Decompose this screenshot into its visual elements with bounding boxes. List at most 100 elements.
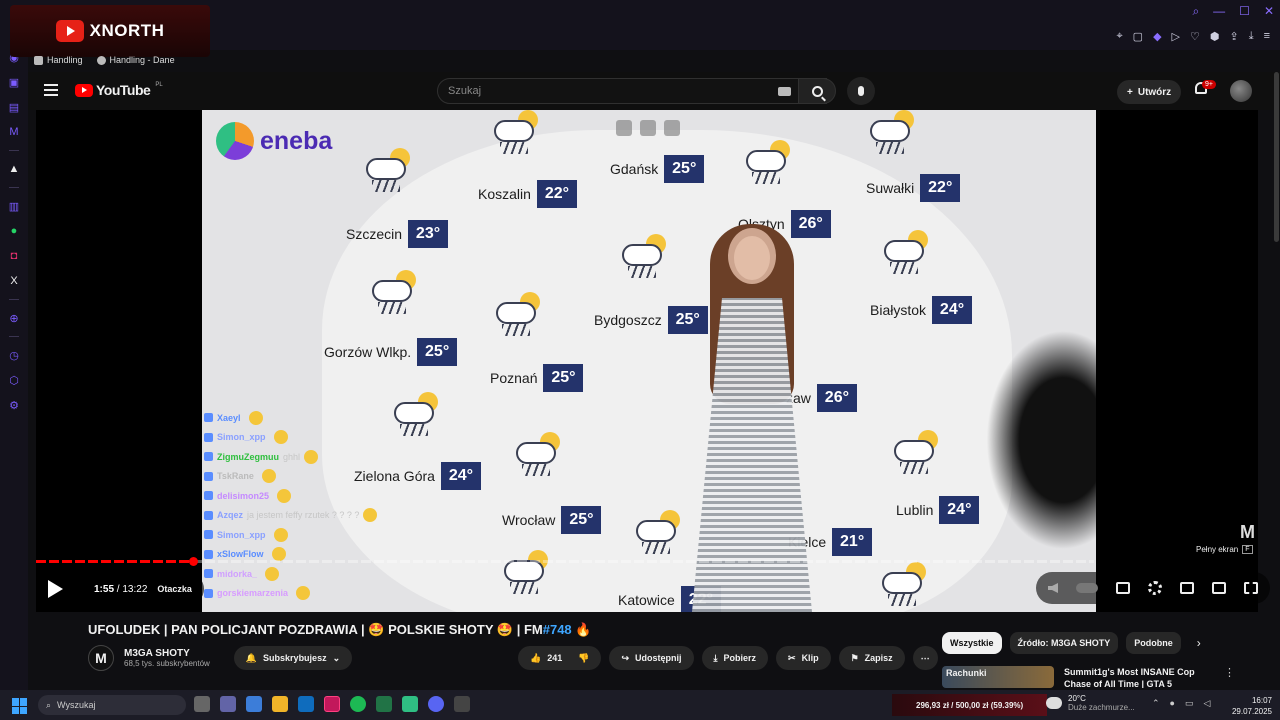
save-button[interactable]: ⚑ Zapisz <box>838 646 905 670</box>
recommended-video[interactable]: Rachunki Summit1g's Most INSANE Cop Chas… <box>942 666 1235 688</box>
teams-icon[interactable] <box>220 696 236 712</box>
network-icon[interactable]: ▭ <box>1185 698 1194 709</box>
chip-all[interactable]: Wszystkie <box>942 632 1002 654</box>
chip-source[interactable]: Źródło: M3GA SHOTY <box>1009 632 1119 654</box>
avatar[interactable] <box>1230 80 1252 102</box>
keyboard-icon[interactable] <box>778 87 791 96</box>
file-explorer-icon[interactable] <box>272 696 288 712</box>
copy-icon[interactable] <box>616 120 632 136</box>
play-icon[interactable]: ▷ <box>1172 30 1180 43</box>
chip-similar[interactable]: Podobne <box>1126 632 1181 654</box>
menu-icon[interactable]: ≡ <box>1264 30 1270 43</box>
bookmark-handling-dane[interactable]: Handling - Dane <box>96 52 175 68</box>
download-icon[interactable]: ⤓ <box>1249 30 1254 43</box>
menu-icon[interactable] <box>44 84 58 96</box>
more-options-icon[interactable]: ⋮ <box>1224 666 1235 688</box>
chat-username[interactable]: gorskiemarzenia <box>217 588 288 598</box>
youtube-logo[interactable]: YouTube PL <box>75 82 163 98</box>
voice-search-button[interactable] <box>847 77 875 105</box>
chat-username[interactable]: delisimon25 <box>217 491 269 501</box>
chat-username[interactable]: Simon_xpp <box>217 530 266 540</box>
channel-watermark[interactable]: M <box>1240 522 1255 543</box>
search-input[interactable] <box>438 79 738 103</box>
thumbs-down-icon[interactable]: 👎 <box>578 653 589 664</box>
progress-bar[interactable] <box>36 557 1094 566</box>
recommended-title[interactable]: Summit1g's Most INSANE Cop Chase of All … <box>1064 666 1214 688</box>
miniplayer-icon[interactable] <box>1180 582 1194 594</box>
volume-icon[interactable] <box>1048 583 1058 593</box>
video-thumbnail[interactable]: Rachunki <box>942 666 1054 688</box>
search-button[interactable] <box>798 78 836 104</box>
chat-username[interactable]: Azqez <box>217 510 243 520</box>
bookmark-handling[interactable]: Handling <box>34 52 83 68</box>
chat-username[interactable]: ZigmuZegmuu <box>217 452 279 462</box>
arrow-app-icon[interactable]: ▲ <box>7 162 21 176</box>
autoplay-toggle[interactable] <box>1076 583 1098 593</box>
create-button[interactable]: + Utwórz <box>1117 80 1182 104</box>
rgx-icon[interactable] <box>664 120 680 136</box>
instagram-icon[interactable]: ◘ <box>7 249 21 263</box>
excel-icon[interactable] <box>376 696 392 712</box>
outlook-icon[interactable] <box>298 696 314 712</box>
chat-username[interactable]: TskRane <box>217 471 254 481</box>
minimize-icon[interactable]: — <box>1213 4 1225 19</box>
subscribe-button[interactable]: 🔔 Subskrybujesz ⌄ <box>233 646 353 670</box>
taskbar-search[interactable]: ⌕ Wyszukaj <box>38 695 186 715</box>
add-icon[interactable]: ⊕ <box>7 311 21 325</box>
download-button[interactable]: ⤓ Pobierz <box>701 646 769 670</box>
task-view-icon[interactable] <box>194 696 210 712</box>
bag-icon[interactable]: ▣ <box>7 75 21 89</box>
shield-icon[interactable]: ◆ <box>1153 30 1161 43</box>
speaker-icon[interactable]: ◁ <box>1204 698 1211 709</box>
windows-start-icon[interactable] <box>12 698 28 714</box>
heart-icon[interactable]: ♡ <box>1190 30 1200 43</box>
scrubber-handle[interactable] <box>189 557 198 566</box>
clock[interactable]: 16:07 29.07.2025 <box>1228 695 1272 717</box>
snapshot-icon[interactable]: ▢ <box>1133 30 1143 43</box>
discord-icon[interactable] <box>428 696 444 712</box>
chat-username[interactable]: Xaeyl <box>217 413 241 423</box>
store-icon[interactable] <box>246 696 262 712</box>
channel-avatar[interactable]: M <box>88 645 114 671</box>
subtitles-icon[interactable] <box>1116 582 1130 594</box>
cube-icon[interactable]: ⬡ <box>7 373 21 387</box>
microphone-icon[interactable]: ● <box>1170 698 1175 709</box>
video-player[interactable]: eneba Koszalin22° Gdańsk25° Suwałki22° O… <box>36 110 1270 612</box>
play-icon[interactable] <box>48 580 63 598</box>
channel-name[interactable]: M3GA SHOTY <box>124 648 210 659</box>
hashtag-link[interactable]: #748 <box>543 622 572 637</box>
settings-icon[interactable] <box>1148 581 1162 595</box>
extensions-icon[interactable]: ⬢ <box>1210 30 1220 43</box>
theater-mode-icon[interactable] <box>1212 582 1226 594</box>
chevron-right-icon[interactable]: › <box>1197 636 1201 650</box>
chapter-title[interactable]: Otaczka <box>157 584 192 594</box>
share-button[interactable]: ↪ Udostępnij <box>609 646 694 670</box>
chat-username[interactable]: midorka_ <box>217 569 257 579</box>
wallet-icon[interactable]: ▤ <box>7 100 21 114</box>
twitch-icon[interactable]: ▥ <box>7 199 21 213</box>
settings-icon[interactable]: ⚙ <box>7 398 21 412</box>
whatsapp-icon[interactable]: ● <box>7 224 21 238</box>
like-button[interactable]: 👍 241 👎 <box>518 646 602 670</box>
spotify-icon[interactable] <box>350 696 366 712</box>
search-icon[interactable]: ⌕ <box>1192 4 1199 19</box>
x-icon[interactable]: X <box>7 274 21 288</box>
share-icon[interactable]: ⇪ <box>1229 30 1238 43</box>
close-icon[interactable]: ✕ <box>1264 4 1274 19</box>
chevron-up-icon[interactable]: ⌃ <box>1152 698 1160 709</box>
chat-username[interactable]: Simon_xpp <box>217 432 266 442</box>
chat-username[interactable]: xSlowFlow <box>217 549 264 559</box>
opera-icon[interactable] <box>324 696 340 712</box>
app-icon[interactable] <box>454 696 470 712</box>
pin-icon[interactable]: ⌖ <box>1116 30 1122 43</box>
mail-icon[interactable]: M <box>7 125 21 139</box>
fullscreen-icon[interactable] <box>1244 582 1258 594</box>
scrollbar[interactable] <box>1274 72 1279 242</box>
clip-button[interactable]: ✂ Klip <box>776 646 831 670</box>
maximize-icon[interactable]: ☐ <box>1239 4 1250 19</box>
app-icon[interactable] <box>402 696 418 712</box>
more-actions-button[interactable]: ⋯ <box>912 646 938 670</box>
trash-icon[interactable] <box>640 120 656 136</box>
weather-widget[interactable]: 20°C Duże zachmurze... <box>1046 694 1135 712</box>
clock-icon[interactable]: ◷ <box>7 348 21 362</box>
